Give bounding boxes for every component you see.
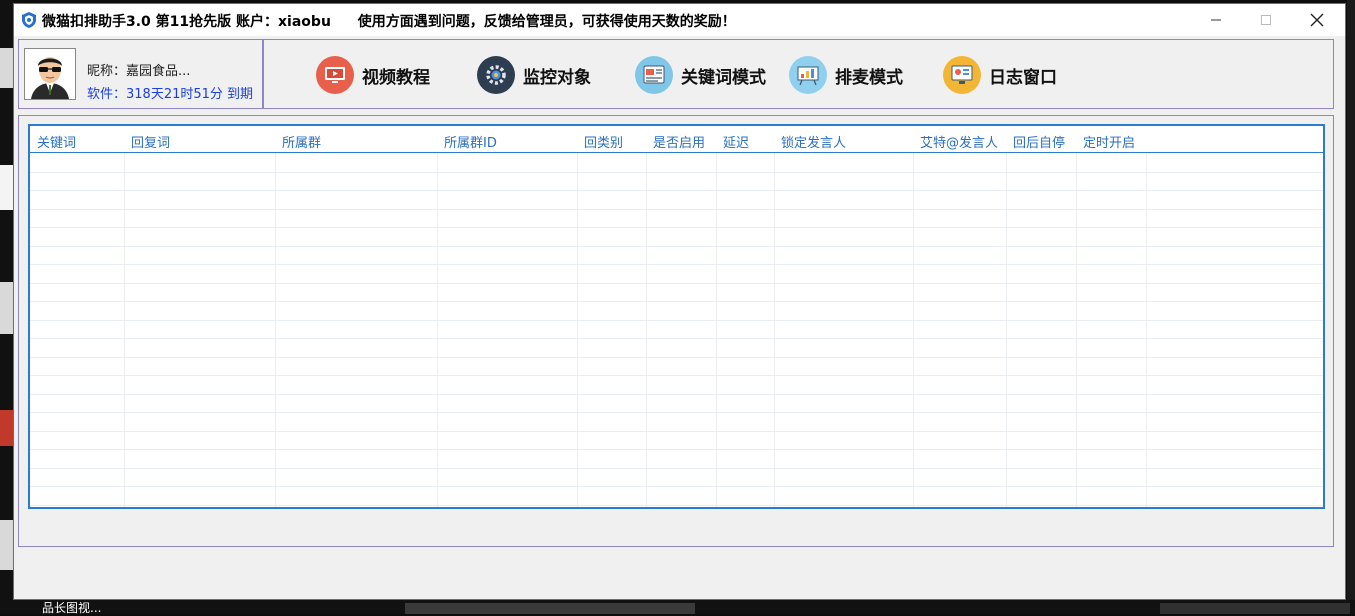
table-column-divider — [774, 153, 775, 507]
title-bar[interactable]: 微猫扣排助手3.0 第11抢先版 账户：xiaobu 使用方面遇到问题，反馈给管… — [14, 4, 1345, 36]
mic-queue-mode-label: 排麦模式 — [835, 67, 903, 88]
desktop-icon[interactable] — [0, 520, 14, 570]
video-tutorial-button[interactable]: 视频教程 — [316, 55, 430, 95]
table-row-divider — [30, 227, 1323, 228]
column-header-reply[interactable]: 回复词 — [131, 132, 170, 151]
table-row-divider — [30, 301, 1323, 302]
desktop-icon[interactable] — [0, 165, 14, 210]
column-header-at-speaker[interactable]: 艾特@发言人 — [920, 132, 998, 151]
table-row-divider — [30, 505, 1323, 506]
license-expiry: 软件：318天21时51分 到期 — [87, 87, 254, 102]
keyword-rules-table[interactable]: 关键词 回复词 所属群 所属群ID 回类别 是否启用 延迟 锁定发言人 艾特@发… — [28, 124, 1325, 509]
desktop-right-strip — [1347, 0, 1355, 614]
table-column-divider — [124, 153, 125, 507]
app-window: 微猫扣排助手3.0 第11抢先版 账户：xiaobu 使用方面遇到问题，反馈给管… — [13, 3, 1346, 600]
table-body — [30, 153, 1323, 507]
monitor-gear-icon — [477, 56, 515, 94]
taskbar-item[interactable] — [405, 603, 695, 614]
monitor-target-label: 监控对象 — [523, 67, 591, 88]
window-title-text: 微猫扣排助手3.0 第11抢先版 账户：xiaobu — [42, 14, 331, 30]
table-row-divider — [30, 431, 1323, 432]
table-row-divider — [30, 338, 1323, 339]
column-header-keyword[interactable]: 关键词 — [37, 132, 76, 151]
table-row-divider — [30, 486, 1323, 487]
table-column-divider — [577, 153, 578, 507]
table-column-divider — [913, 153, 914, 507]
table-row-divider — [30, 246, 1323, 247]
table-column-divider — [437, 153, 438, 507]
table-column-divider — [1146, 153, 1147, 507]
shield-icon — [22, 12, 36, 28]
video-tutorial-icon — [316, 56, 354, 94]
nickname-label: 昵称：嘉园食品... — [87, 64, 191, 79]
column-header-reply-type[interactable]: 回类别 — [584, 132, 623, 151]
table-row-divider — [30, 375, 1323, 376]
keyword-mode-label: 关键词模式 — [681, 67, 766, 88]
column-header-group-id[interactable]: 所属群ID — [444, 132, 497, 151]
column-header-delay[interactable]: 延迟 — [723, 132, 749, 151]
user-avatar-icon — [25, 49, 75, 99]
desktop-icon[interactable] — [0, 48, 14, 88]
table-row-divider — [30, 394, 1323, 395]
main-panel: 关键词 回复词 所属群 所属群ID 回类别 是否启用 延迟 锁定发言人 艾特@发… — [18, 115, 1334, 547]
video-tutorial-label: 视频教程 — [362, 67, 430, 88]
toolbar: 视频教程 监控对象 关键词模式 排麦模式 日志窗口 — [263, 39, 1334, 109]
maximize-icon — [1261, 15, 1271, 25]
feedback-notice: 使用方面遇到问题，反馈给管理员，可获得使用天数的奖励！ — [357, 14, 736, 30]
table-row-divider — [30, 468, 1323, 469]
maximize-button[interactable] — [1243, 4, 1289, 36]
taskbar-item[interactable] — [1160, 603, 1350, 614]
keyword-mode-icon — [635, 56, 673, 94]
log-window-button[interactable]: 日志窗口 — [943, 55, 1057, 95]
table-row-divider — [30, 172, 1323, 173]
close-button[interactable] — [1294, 4, 1340, 36]
avatar[interactable] — [24, 48, 76, 100]
table-header: 关键词 回复词 所属群 所属群ID 回类别 是否启用 延迟 锁定发言人 艾特@发… — [30, 126, 1323, 153]
desktop-icon[interactable] — [0, 282, 14, 334]
log-window-icon — [943, 56, 981, 94]
table-row-divider — [30, 190, 1323, 191]
mic-queue-mode-button[interactable]: 排麦模式 — [789, 55, 903, 95]
keyword-mode-button[interactable]: 关键词模式 — [635, 55, 766, 95]
table-row-divider — [30, 320, 1323, 321]
table-row-divider — [30, 449, 1323, 450]
table-column-divider — [716, 153, 717, 507]
monitor-target-button[interactable]: 监控对象 — [477, 55, 591, 95]
column-header-stop-after-reply[interactable]: 回后自停 — [1013, 132, 1065, 151]
desktop-icon[interactable] — [0, 410, 14, 446]
table-column-divider — [275, 153, 276, 507]
minimize-button[interactable] — [1193, 4, 1239, 36]
table-row-divider — [30, 209, 1323, 210]
table-row-divider — [30, 357, 1323, 358]
minimize-icon — [1211, 19, 1221, 21]
profile-panel: 昵称：嘉园食品... 软件：318天21时51分 到期 — [18, 39, 263, 109]
taskbar-item-label[interactable]: 品长图视... — [42, 599, 101, 616]
table-row-divider — [30, 412, 1323, 413]
table-row-divider — [30, 283, 1323, 284]
table-column-divider — [646, 153, 647, 507]
column-header-scheduled-start[interactable]: 定时开启 — [1083, 132, 1135, 151]
close-icon — [1310, 13, 1324, 27]
table-row-divider — [30, 264, 1323, 265]
log-window-label: 日志窗口 — [989, 67, 1057, 88]
column-header-lock-speaker[interactable]: 锁定发言人 — [781, 132, 846, 151]
table-column-divider — [1006, 153, 1007, 507]
mic-queue-icon — [789, 56, 827, 94]
column-header-group[interactable]: 所属群 — [282, 132, 321, 151]
window-title: 微猫扣排助手3.0 第11抢先版 账户：xiaobu 使用方面遇到问题，反馈给管… — [42, 11, 736, 31]
table-column-divider — [1076, 153, 1077, 507]
column-header-enabled[interactable]: 是否启用 — [653, 132, 705, 151]
